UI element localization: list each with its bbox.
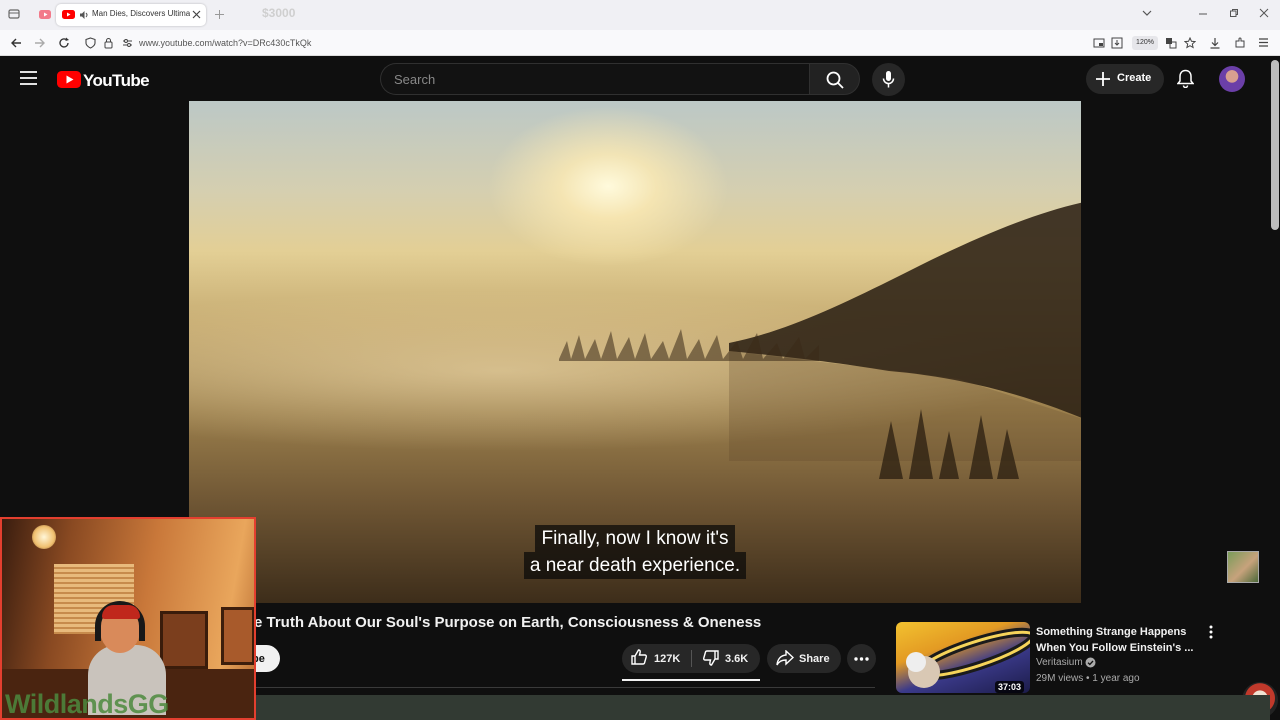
recommended-channel-name[interactable]: Veritasium [1036, 657, 1083, 668]
more-actions-button[interactable] [847, 644, 876, 673]
youtube-logo-text[interactable]: YouTube [83, 71, 150, 91]
video-title: e Truth About Our Soul's Purpose on Eart… [254, 614, 762, 631]
tracking-shield-icon[interactable] [85, 37, 96, 49]
pinned-tab-youtube[interactable] [36, 4, 56, 24]
webcam-overlay: WildlandsGG [0, 517, 256, 720]
browser-toolbar: www.youtube.com/watch?v=DRc430cTkQk 120% [0, 30, 1280, 56]
voice-search-button[interactable] [872, 63, 905, 96]
extensions-icon[interactable] [1234, 37, 1246, 49]
back-icon[interactable] [10, 37, 22, 49]
recommended-video-duration: 37:03 [995, 681, 1025, 693]
microphone-icon [882, 70, 895, 89]
list-all-tabs-icon[interactable] [1142, 10, 1152, 17]
video-player[interactable]: Finally, now I know it's a near death ex… [189, 101, 1081, 603]
more-horizontal-icon [854, 657, 869, 661]
floating-thumbnail[interactable] [1227, 551, 1259, 583]
youtube-favicon-icon [62, 9, 75, 20]
scrollbar-thumb[interactable] [1271, 60, 1279, 230]
youtube-header: YouTube Search Create [0, 56, 1270, 101]
webcam-ceiling-lamp [32, 525, 56, 549]
forward-icon[interactable] [34, 37, 46, 49]
restore-icon[interactable] [1229, 8, 1239, 18]
recommendation-more-icon[interactable] [1203, 624, 1219, 640]
like-separator [691, 650, 692, 667]
bookmark-star-icon[interactable] [1184, 37, 1196, 49]
url-input[interactable]: www.youtube.com/watch?v=DRc430cTkQk [139, 38, 311, 48]
search-placeholder: Search [394, 72, 436, 87]
close-window-icon[interactable] [1259, 8, 1269, 18]
ghost-tab-text: $3000 [262, 6, 296, 20]
create-label: Create [1117, 72, 1152, 84]
recommended-video-title[interactable]: Something Strange Happens When You Follo… [1036, 624, 1196, 656]
new-tab-icon[interactable] [214, 9, 225, 20]
share-button[interactable]: Share [767, 644, 841, 673]
thumbs-down-icon[interactable] [702, 649, 720, 667]
active-tab-title: Man Dies, Discovers Ultimate [92, 9, 190, 18]
downloads-icon[interactable] [1209, 37, 1221, 49]
video-treeline [559, 321, 819, 361]
notifications-bell-icon[interactable] [1177, 69, 1194, 88]
reader-download-icon[interactable] [1111, 37, 1123, 49]
translate-icon[interactable] [1165, 37, 1177, 49]
share-arrow-icon [776, 650, 794, 667]
search-button[interactable] [809, 63, 860, 95]
create-button[interactable]: Create [1086, 64, 1164, 94]
browser-tab-bar: Man Dies, Discovers Ultimate $3000 [0, 0, 1280, 30]
tab-overview-icon[interactable] [8, 8, 20, 20]
content-divider [255, 687, 875, 688]
video-subtitles: Finally, now I know it's a near death ex… [512, 525, 758, 579]
active-tab[interactable]: Man Dies, Discovers Ultimate [56, 4, 206, 26]
share-label: Share [799, 653, 830, 665]
account-avatar[interactable] [1219, 66, 1245, 92]
minimize-icon[interactable] [1198, 8, 1208, 18]
recommended-video-meta: 29M views • 1 year ago [1036, 673, 1140, 684]
webcam-wall-frame [221, 607, 254, 665]
reload-icon[interactable] [58, 37, 70, 49]
search-icon [826, 71, 844, 89]
picture-in-picture-icon[interactable] [1093, 37, 1105, 49]
plus-icon [1096, 72, 1110, 86]
webcam-wall-frame [160, 611, 208, 669]
speaker-icon[interactable] [79, 10, 89, 20]
channel-watermark: WildlandsGG [5, 689, 169, 719]
like-count[interactable]: 127K [654, 653, 680, 665]
zoom-level-badge[interactable]: 120% [1132, 36, 1158, 50]
hamburger-menu-icon[interactable] [20, 71, 37, 85]
like-ratio-bar [622, 679, 760, 681]
lock-icon[interactable] [104, 37, 113, 49]
video-foreground-trees [869, 401, 1029, 481]
webcam-person-cap [102, 605, 140, 619]
subtitle-line-2: a near death experience. [523, 552, 747, 579]
dislike-count[interactable]: 3.6K [725, 653, 748, 665]
verified-badge-icon [1085, 657, 1096, 668]
close-tab-icon[interactable] [192, 10, 201, 19]
thumbs-up-icon[interactable] [630, 648, 648, 666]
youtube-logo-icon[interactable] [57, 71, 81, 88]
permissions-icon[interactable] [122, 38, 133, 48]
subtitle-line-1: Finally, now I know it's [535, 525, 735, 552]
search-input[interactable]: Search [380, 63, 810, 95]
app-menu-icon[interactable] [1258, 37, 1269, 48]
